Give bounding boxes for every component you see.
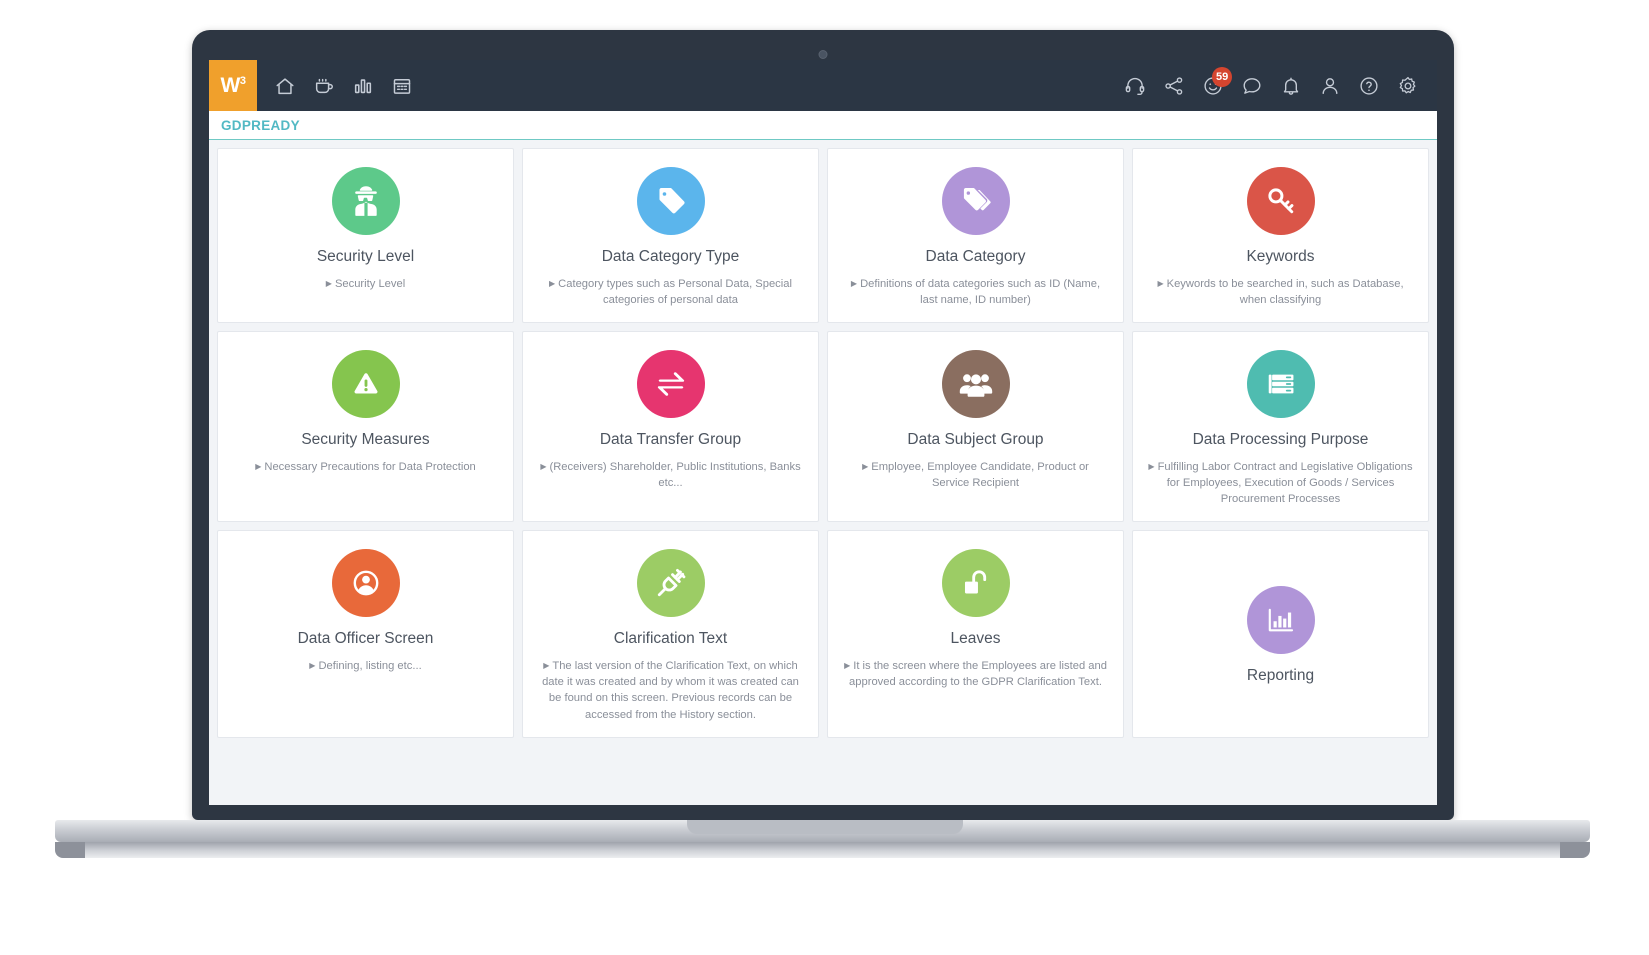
- double-tag-icon: [941, 167, 1010, 235]
- bullet-arrow-icon: ▶: [862, 461, 869, 471]
- laptop-screen: W3 59 GDPREADY Security Level ▶ Security…: [209, 60, 1437, 805]
- card-clarification-text[interactable]: Clarification Text ▶ The last version of …: [522, 530, 819, 738]
- card-description: ▶ It is the screen where the Employees ar…: [844, 659, 1107, 689]
- header-nav: [273, 74, 414, 98]
- app-header: W3 59: [209, 60, 1437, 111]
- w3-logo-text: W3: [220, 74, 246, 97]
- card-title: Data Processing Purpose: [1192, 431, 1369, 449]
- bullet-arrow-icon: ▶: [850, 278, 858, 288]
- card-description: ▶ Definitions of data categories such as …: [850, 277, 1101, 306]
- card-data-processing-purpose[interactable]: Data Processing Purpose ▶ Fulfilling Labo…: [1132, 331, 1429, 523]
- card-title: Reporting: [1246, 667, 1315, 685]
- laptop-lid: W3 59 GDPREADY Security Level ▶ Security…: [192, 30, 1454, 820]
- bell-icon[interactable]: [1279, 74, 1302, 97]
- exchange-arrows-icon: [636, 350, 705, 419]
- laptop-foot-left: [55, 842, 85, 858]
- card-description: ▶ Category types such as Personal Data, S…: [549, 277, 792, 306]
- key-icon: [1246, 167, 1315, 235]
- bullet-arrow-icon: ▶: [1148, 461, 1155, 471]
- card-title: Clarification Text: [613, 630, 728, 648]
- bullet-arrow-icon: ▶: [255, 461, 262, 471]
- bullet-arrow-icon: ▶: [543, 660, 550, 670]
- card-keywords[interactable]: Keywords ▶ Keywords to be searched in, su…: [1132, 148, 1429, 324]
- smiley-face-icon[interactable]: 59: [1201, 67, 1233, 97]
- notification-badge: 59: [1212, 67, 1233, 87]
- laptop-base-edge: [55, 842, 1590, 858]
- card-title: Leaves: [950, 630, 1001, 648]
- card-description: ▶ Fulfilling Labor Contract and Legislati…: [1148, 460, 1413, 506]
- card-description: ▶ Necessary Precautions for Data Protecti…: [255, 460, 476, 473]
- card-data-category[interactable]: Data Category ▶ Definitions of data categ…: [827, 148, 1124, 324]
- users-group-icon: [941, 350, 1010, 419]
- card-data-transfer-group[interactable]: Data Transfer Group ▶ (Receivers) Shareho…: [522, 331, 819, 523]
- chat-bubble-icon[interactable]: [1240, 74, 1263, 97]
- calendar-icon[interactable]: [390, 74, 414, 98]
- tag-icon: [636, 167, 705, 235]
- bar-chart-report-icon: [1246, 586, 1315, 655]
- warning-triangle-icon: [331, 350, 400, 419]
- card-leaves[interactable]: Leaves ▶ It is the screen where the Emplo…: [827, 530, 1124, 738]
- home-icon[interactable]: [273, 74, 297, 98]
- laptop-foot-right: [1560, 842, 1590, 858]
- card-title: Data Category: [925, 248, 1026, 265]
- user-circle-icon: [331, 549, 400, 618]
- coffee-cup-icon[interactable]: [312, 74, 336, 98]
- card-reporting[interactable]: Reporting: [1132, 530, 1429, 738]
- card-title: Security Measures: [301, 431, 430, 449]
- card-title: Keywords: [1246, 248, 1315, 265]
- card-description: ▶ The last version of the Clarification T…: [542, 659, 799, 721]
- question-circle-icon[interactable]: [1357, 74, 1380, 97]
- card-data-officer-screen[interactable]: Data Officer Screen ▶ Defining, listing e…: [217, 530, 514, 738]
- power-plug-icon: [636, 549, 705, 618]
- card-title: Data Category Type: [601, 248, 740, 265]
- card-data-subject-group[interactable]: Data Subject Group ▶ Employee, Employee C…: [827, 331, 1124, 523]
- card-description: ▶ (Receivers) Shareholder, Public Institu…: [540, 460, 801, 489]
- spy-agent-icon: [331, 167, 400, 235]
- user-icon[interactable]: [1318, 74, 1341, 97]
- laptop-mockup: W3 59 GDPREADY Security Level ▶ Security…: [0, 0, 1649, 955]
- header-actions: 59: [1123, 67, 1419, 97]
- card-title: Data Officer Screen: [297, 630, 434, 648]
- bar-chart-icon[interactable]: [351, 74, 375, 98]
- card-title: Security Level: [316, 248, 415, 265]
- bullet-arrow-icon: ▶: [1157, 278, 1164, 288]
- bullet-arrow-icon: ▶: [549, 278, 556, 288]
- gear-icon[interactable]: [1396, 74, 1419, 97]
- card-data-category-type[interactable]: Data Category Type ▶ Category types such …: [522, 148, 819, 324]
- app-card-grid: Security Level ▶ Security Level Data Cate…: [209, 140, 1437, 805]
- unlock-icon: [941, 549, 1010, 618]
- card-description: ▶ Security Level: [325, 277, 406, 290]
- breadcrumb: GDPREADY: [209, 111, 1437, 140]
- card-description: ▶ Defining, listing etc...: [309, 659, 422, 672]
- headset-icon[interactable]: [1123, 74, 1146, 97]
- laptop-trackpad-notch: [686, 820, 963, 834]
- share-nodes-icon[interactable]: [1162, 74, 1185, 97]
- w3-logo[interactable]: W3: [209, 60, 257, 111]
- bullet-arrow-icon: ▶: [540, 461, 547, 471]
- bullet-arrow-icon: ▶: [309, 660, 316, 670]
- card-title: Data Subject Group: [907, 431, 1044, 449]
- card-title: Data Transfer Group: [599, 431, 742, 449]
- page-title: GDPREADY: [221, 117, 300, 133]
- card-description: ▶ Employee, Employee Candidate, Product o…: [862, 460, 1089, 489]
- card-description: ▶ Keywords to be searched in, such as Dat…: [1157, 277, 1404, 306]
- card-security-measures[interactable]: Security Measures ▶ Necessary Precautions…: [217, 331, 514, 523]
- card-security-level[interactable]: Security Level ▶ Security Level: [217, 148, 514, 324]
- bullet-arrow-icon: ▶: [325, 278, 332, 288]
- server-list-icon: [1246, 350, 1315, 419]
- bullet-arrow-icon: ▶: [844, 660, 851, 670]
- webcam-icon: [818, 50, 828, 59]
